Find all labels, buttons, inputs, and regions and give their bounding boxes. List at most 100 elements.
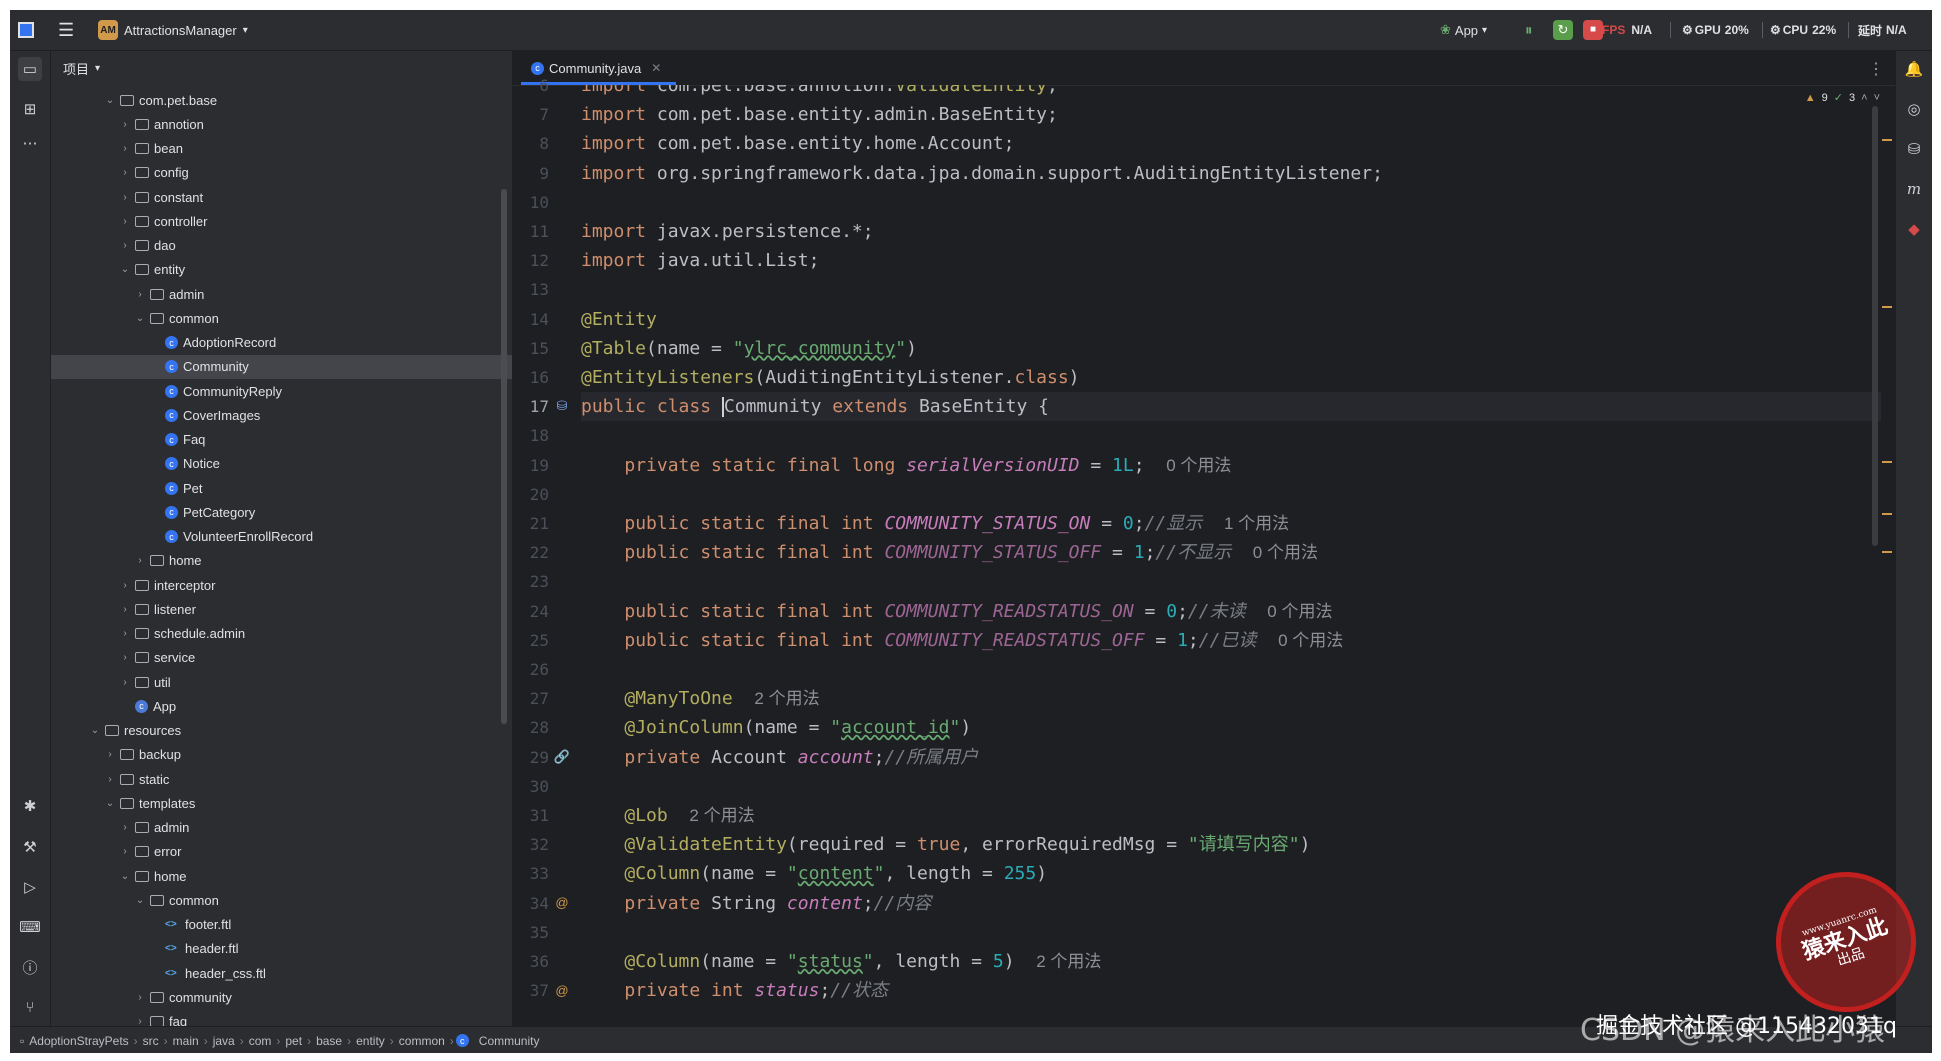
tree-item[interactable]: › interceptor (51, 573, 512, 597)
tree-item[interactable]: › dao (51, 234, 512, 258)
chevron-right-icon[interactable]: › (117, 846, 133, 857)
error-stripe-mark[interactable] (1882, 461, 1892, 463)
chevron-right-icon[interactable]: › (117, 604, 133, 615)
code-line[interactable]: @Table(name = "ylrc_community") (581, 334, 1881, 363)
chevron-right-icon[interactable]: › (117, 143, 133, 154)
breadcrumb-item[interactable]: entity (356, 1034, 385, 1048)
chevron-right-icon[interactable]: › (117, 216, 133, 227)
git-icon[interactable]: ⑂ (18, 995, 42, 1019)
code-line[interactable]: public static final int COMMUNITY_READST… (581, 597, 1881, 626)
code-line[interactable] (581, 567, 1881, 596)
tree-item[interactable]: › bean (51, 137, 512, 161)
link-icon[interactable]: 🔗 (553, 748, 571, 766)
code-line[interactable]: @JoinColumn(name = "account_id") (581, 713, 1881, 742)
chevron-right-icon[interactable]: › (117, 628, 133, 639)
breadcrumb-item[interactable]: com (249, 1034, 272, 1048)
code-line[interactable] (581, 772, 1881, 801)
code-line[interactable] (581, 918, 1881, 947)
chevron-down-icon[interactable]: ⌄ (132, 895, 148, 906)
usage-hint[interactable]: 1 个用法 (1224, 514, 1289, 533)
tree-item[interactable]: › controller (51, 209, 512, 233)
usage-hint[interactable]: 0 个用法 (1267, 602, 1332, 621)
error-stripe-mark[interactable] (1882, 139, 1892, 141)
tree-item[interactable]: c CommunityReply (51, 379, 512, 403)
bean-icon[interactable]: ⛁ (553, 397, 571, 415)
tree-item[interactable]: › community (51, 985, 512, 1009)
code-line[interactable]: import com.pet.base.annotion.ValidateEnt… (581, 85, 1881, 100)
tree-item[interactable]: c Community (51, 354, 512, 379)
main-menu-icon[interactable]: ☰ (58, 10, 74, 50)
chevron-right-icon[interactable]: › (117, 580, 133, 591)
chevron-down-icon[interactable]: ⌄ (102, 95, 118, 106)
code-line[interactable]: @Column(name = "content", length = 255) (581, 859, 1881, 888)
usage-hint[interactable]: 2 个用法 (689, 806, 754, 825)
project-panel-title[interactable]: 项目 (63, 59, 89, 78)
tree-item[interactable]: ⌄ common (51, 888, 512, 912)
terminal-icon[interactable]: ⌨ (18, 915, 42, 939)
maven-icon[interactable]: m (1902, 177, 1926, 201)
code-line[interactable]: @Lob 2 个用法 (581, 801, 1881, 830)
tree-item[interactable]: c VolunteerEnrollRecord (51, 525, 512, 549)
breadcrumb-item[interactable]: common (399, 1034, 445, 1048)
code-line[interactable]: public static final int COMMUNITY_READST… (581, 626, 1881, 655)
chevron-right-icon[interactable]: › (117, 652, 133, 663)
chevron-down-icon[interactable]: ⌄ (117, 264, 133, 275)
tree-item[interactable]: › faq (51, 1010, 512, 1026)
run-icon[interactable]: ▷ (18, 875, 42, 899)
code-line[interactable]: public static final int COMMUNITY_STATUS… (581, 509, 1881, 538)
usage-hint[interactable]: 0 个用法 (1253, 543, 1318, 562)
usage-hint[interactable]: 0 个用法 (1278, 631, 1343, 650)
ide-logo-icon[interactable] (18, 10, 34, 50)
error-stripe-mark[interactable] (1882, 306, 1892, 308)
tree-item[interactable]: c AdoptionRecord (51, 331, 512, 355)
error-stripe-mark[interactable] (1882, 513, 1892, 515)
chevron-down-icon[interactable]: ⌄ (87, 725, 103, 736)
pause-icon[interactable]: ⏸ (1525, 10, 1533, 50)
tree-item[interactable]: › util (51, 670, 512, 694)
tree-item[interactable]: › home (51, 549, 512, 573)
tree-item[interactable]: › backup (51, 743, 512, 767)
tree-item[interactable]: › admin (51, 282, 512, 306)
code-line[interactable]: public static final int COMMUNITY_STATUS… (581, 538, 1881, 567)
tree-item[interactable]: ⌄ resources (51, 719, 512, 743)
chevron-down-icon[interactable]: ▾ (95, 63, 100, 74)
build-icon[interactable]: ⚒ (18, 835, 42, 859)
code-line[interactable]: private int status;//状态 (581, 976, 1881, 1005)
chevron-right-icon[interactable]: › (132, 555, 148, 566)
tree-item[interactable]: › admin (51, 816, 512, 840)
code-line[interactable]: import org.springframework.data.jpa.doma… (581, 159, 1881, 188)
tree-item[interactable]: ⌄ com.pet.base (51, 88, 512, 112)
tree-item[interactable]: c App (51, 694, 512, 718)
tree-item[interactable]: c CoverImages (51, 403, 512, 427)
code-line[interactable] (581, 421, 1881, 450)
stop-button[interactable]: ■ (1583, 10, 1603, 50)
run-config-selector[interactable]: ❀ App ▾ (1440, 10, 1487, 50)
chevron-right-icon[interactable]: › (117, 119, 133, 130)
notifications-icon[interactable]: 🔔 (1902, 57, 1926, 81)
code-line[interactable]: private Account account;//所属用户 (581, 743, 1881, 772)
tree-item[interactable]: › schedule.admin (51, 622, 512, 646)
code-line[interactable] (581, 275, 1881, 304)
breadcrumb-item[interactable]: AdoptionStrayPets (29, 1034, 128, 1048)
code-line[interactable]: public class Community extends BaseEntit… (581, 392, 1881, 422)
close-icon[interactable]: ✕ (651, 61, 661, 75)
error-stripe-mark[interactable] (1882, 551, 1892, 553)
tree-item[interactable]: ⌄ home (51, 864, 512, 888)
project-folder-icon[interactable]: ▭ (18, 57, 42, 81)
code-line[interactable]: import java.util.List; (581, 246, 1881, 275)
breadcrumb-item[interactable]: java (213, 1034, 235, 1048)
tree-item[interactable]: <> header.ftl (51, 937, 512, 961)
chevron-right-icon[interactable]: › (132, 992, 148, 1003)
project-tree-scrollbar[interactable] (501, 189, 507, 724)
chevron-right-icon[interactable]: › (102, 774, 118, 785)
breadcrumb-item[interactable]: src (143, 1034, 159, 1048)
debug-icon[interactable]: ✱ (18, 794, 42, 818)
tree-item[interactable]: › constant (51, 185, 512, 209)
breadcrumb-item[interactable]: base (316, 1034, 342, 1048)
code-line[interactable]: @ValidateEntity(required = true, errorRe… (581, 830, 1881, 859)
ai-assistant-icon[interactable]: ◎ (1902, 97, 1926, 121)
chevron-right-icon[interactable]: › (117, 167, 133, 178)
code-line[interactable]: @EntityListeners(AuditingEntityListener.… (581, 363, 1881, 392)
chevron-right-icon[interactable]: › (102, 749, 118, 760)
chevron-right-icon[interactable]: › (117, 240, 133, 251)
